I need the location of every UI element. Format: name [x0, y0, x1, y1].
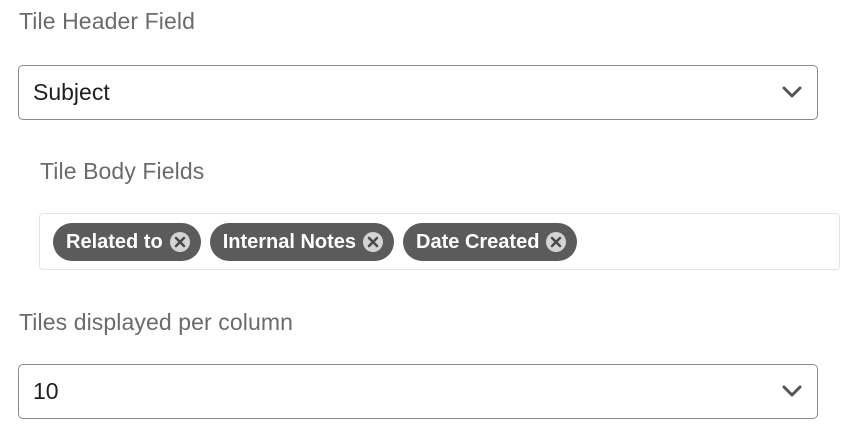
tiles-per-column-select[interactable]: 10 [18, 364, 818, 419]
tiles-per-column-value: 10 [33, 378, 59, 404]
close-circle-icon[interactable] [362, 231, 384, 253]
chevron-down-icon [782, 86, 802, 98]
chip-label: Related to [66, 230, 163, 253]
tile-body-fields-multiselect[interactable]: Related to Internal Notes Date Created [39, 213, 840, 270]
tile-header-field-select[interactable]: Subject [18, 65, 818, 120]
chip-related-to: Related to [53, 223, 201, 261]
chip-label: Date Created [416, 230, 540, 253]
tiles-per-column-label: Tiles displayed per column [19, 309, 294, 335]
tile-body-fields-label: Tile Body Fields [40, 158, 205, 184]
chevron-down-icon [782, 385, 802, 397]
chip-internal-notes: Internal Notes [209, 223, 395, 261]
chip-date-created: Date Created [403, 223, 578, 261]
chip-label: Internal Notes [222, 230, 357, 253]
tile-header-field-value: Subject [33, 79, 110, 105]
close-circle-icon[interactable] [545, 231, 567, 253]
close-circle-icon[interactable] [169, 231, 191, 253]
tile-header-field-label: Tile Header Field [19, 8, 195, 34]
